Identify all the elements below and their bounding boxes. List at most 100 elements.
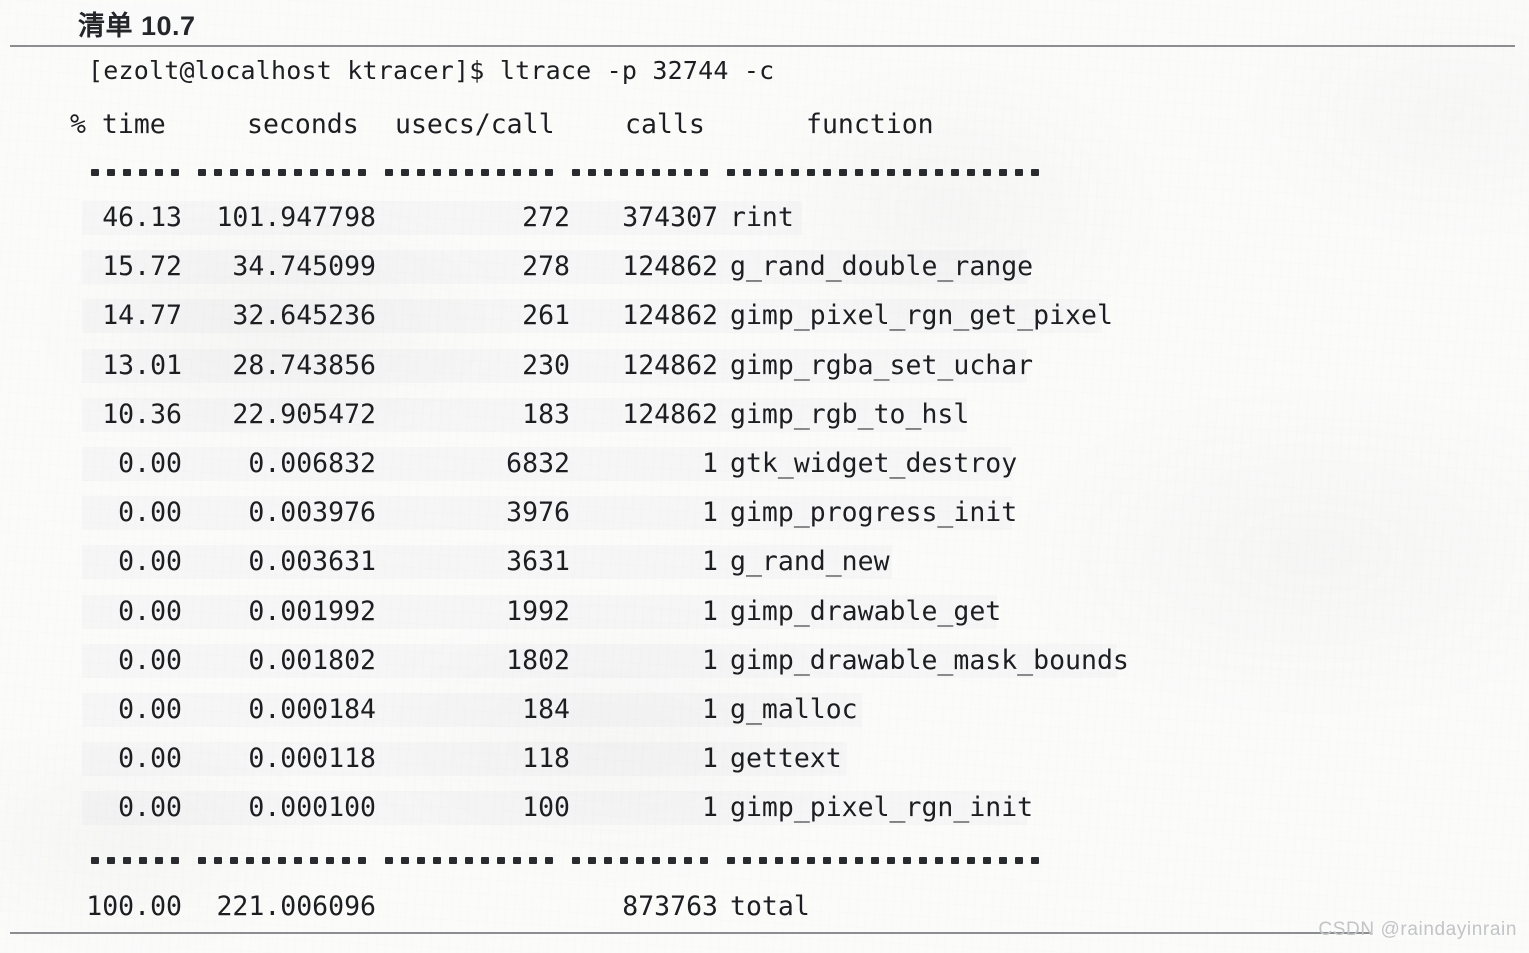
separator-dot-group — [382, 152, 558, 190]
separator-dot — [339, 840, 355, 878]
cell-seconds: 22.905472 — [232, 398, 376, 430]
cell-seconds: 32.645236 — [232, 300, 376, 332]
separator-dot — [884, 840, 900, 878]
separator-dot — [88, 152, 104, 190]
separator-dot — [355, 840, 371, 878]
separator-dot — [446, 152, 462, 190]
cell-calls: 1 — [702, 743, 718, 775]
cell-pct-time: 0.00 — [118, 644, 182, 676]
cell-usecs-per-call: 230 — [522, 349, 570, 381]
separator-dot — [852, 840, 868, 878]
separator-dot — [430, 840, 446, 878]
cell-calls: 124862 — [622, 251, 718, 283]
separator-dot — [884, 152, 900, 190]
separator-dot — [494, 840, 510, 878]
separator-dot — [211, 840, 227, 878]
cell-pct-time: 0.00 — [118, 546, 182, 578]
separator-dot — [136, 840, 152, 878]
separator-dot — [756, 152, 772, 190]
separator-dot — [740, 152, 756, 190]
cell-pct-time: 0.00 — [118, 497, 182, 529]
separator-dot — [478, 152, 494, 190]
separator-dot-group — [195, 840, 371, 878]
column-header-seconds: seconds — [247, 109, 359, 140]
separator-dot — [152, 152, 168, 190]
separator-dot — [542, 840, 558, 878]
separator-dot — [462, 840, 478, 878]
column-header-calls: calls — [625, 109, 705, 140]
table-row: 15.72 34.745099 278 124862 g_rand_double_ran… — [0, 248, 1529, 286]
table-row: 0.00 0.001802 1802 1 gimp_drawable_mask_boun… — [0, 642, 1529, 680]
separator-dot — [510, 840, 526, 878]
separator-dot-group — [382, 840, 558, 878]
cell-pct-time: 46.13 — [102, 202, 182, 233]
total-calls: 873763 — [622, 891, 718, 922]
separator-dot — [542, 152, 558, 190]
cell-calls: 1 — [702, 792, 718, 824]
table-header-row: % time seconds usecs/call calls function — [0, 106, 1529, 144]
cell-seconds: 0.000118 — [248, 743, 376, 775]
separator-dot — [168, 840, 184, 878]
separator-dot — [820, 152, 836, 190]
cell-function-name: gettext — [730, 743, 842, 775]
separator-dot — [772, 840, 788, 878]
separator-dot — [243, 840, 259, 878]
separator-dot — [649, 152, 665, 190]
separator-dot — [740, 840, 756, 878]
separator-dot — [510, 152, 526, 190]
table-row: 14.77 32.645236 261 124862 gimp_pixel_rgn_ge… — [0, 297, 1529, 335]
cell-calls: 374307 — [622, 202, 718, 233]
cell-usecs-per-call: 118 — [522, 743, 570, 775]
separator-dot — [569, 152, 585, 190]
separator-dot — [617, 840, 633, 878]
separator-dot — [398, 152, 414, 190]
cell-function-name: gtk_widget_destroy — [730, 448, 1018, 479]
table-row: 0.00 0.003976 3976 1 gimp_progress_init — [0, 494, 1529, 532]
cell-calls: 1 — [702, 546, 718, 578]
separator-dot — [617, 152, 633, 190]
separator-dot — [756, 840, 772, 878]
separator-dot — [355, 152, 371, 190]
separator-dot — [168, 152, 184, 190]
shell-prompt: [ezolt@localhost ktracer]$ — [88, 56, 485, 85]
separator-dot — [211, 152, 227, 190]
table-row: 13.01 28.743856 230 124862 gimp_rgba_set_uch… — [0, 347, 1529, 385]
separator-rule-top — [0, 152, 1529, 190]
separator-dot — [836, 152, 852, 190]
separator-dot — [932, 840, 948, 878]
cell-function-name: gimp_pixel_rgn_init — [730, 792, 1034, 824]
separator-dots-bottom — [88, 840, 1044, 878]
cell-function-name: gimp_pixel_rgn_get_pixel — [730, 300, 1113, 332]
separator-dot — [585, 840, 601, 878]
separator-dot — [804, 152, 820, 190]
separator-dot-group — [724, 152, 1044, 190]
separator-dots-top — [88, 152, 1044, 190]
table-row: 10.36 22.905472 183 124862 gimp_rgb_to_hsl — [0, 396, 1529, 434]
cell-pct-time: 0.00 — [118, 694, 182, 725]
separator-dot — [136, 152, 152, 190]
separator-dot — [195, 840, 211, 878]
cell-seconds: 0.001802 — [248, 644, 376, 676]
cell-seconds: 0.000184 — [248, 694, 376, 725]
separator-dot — [430, 152, 446, 190]
separator-dot — [836, 840, 852, 878]
cell-seconds: 0.006832 — [248, 448, 376, 479]
separator-dot — [462, 152, 478, 190]
separator-dot — [868, 152, 884, 190]
separator-dot — [932, 152, 948, 190]
separator-dot — [868, 840, 884, 878]
separator-dot — [601, 152, 617, 190]
cell-pct-time: 0.00 — [118, 792, 182, 824]
separator-dot — [681, 152, 697, 190]
cell-calls: 1 — [702, 497, 718, 529]
cell-pct-time: 13.01 — [102, 349, 182, 381]
cell-usecs-per-call: 3631 — [506, 546, 570, 578]
separator-dot — [398, 840, 414, 878]
separator-dot — [1028, 152, 1044, 190]
cell-seconds: 0.000100 — [248, 792, 376, 824]
cell-function-name: gimp_drawable_get — [730, 595, 1002, 627]
cell-pct-time: 0.00 — [118, 743, 182, 775]
separator-dot — [649, 840, 665, 878]
separator-dot — [446, 840, 462, 878]
ltrace-output-listing: [ezolt@localhost ktracer]$ ltrace -p 327… — [0, 0, 1529, 953]
